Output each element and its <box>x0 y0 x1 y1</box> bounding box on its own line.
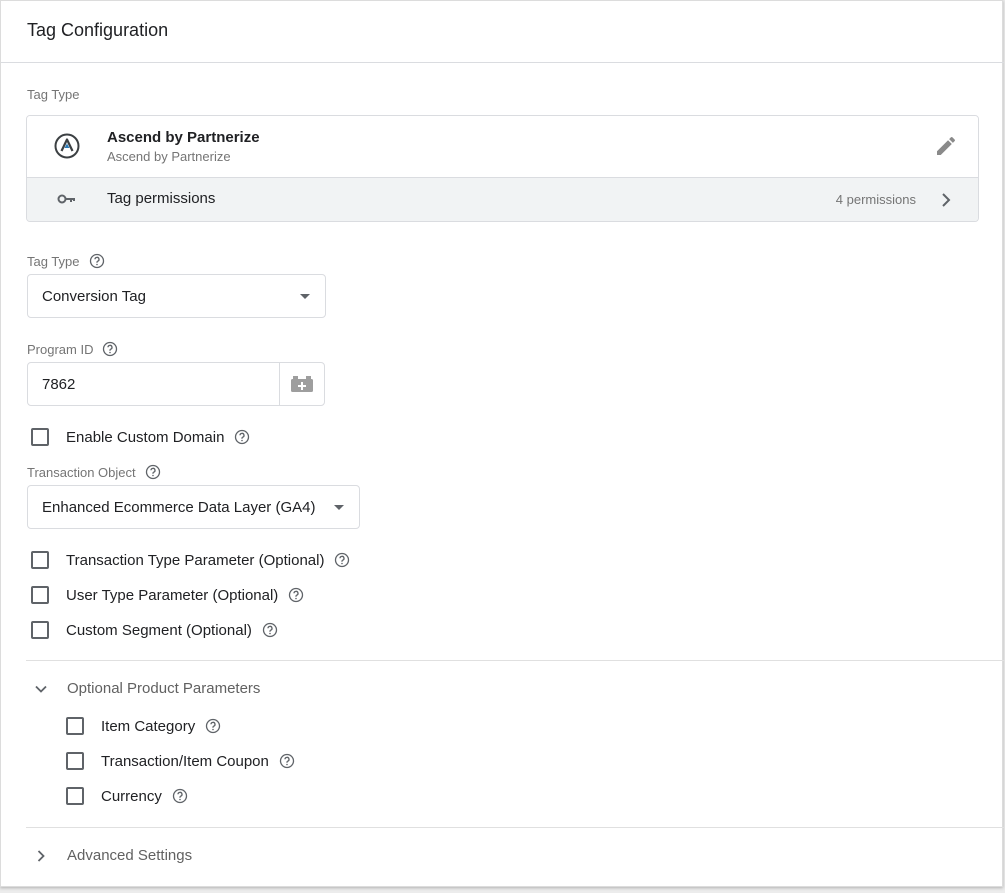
enable-custom-domain-checkbox[interactable] <box>31 428 49 446</box>
item-category-label: Item Category <box>101 717 196 735</box>
dropdown-arrow-icon <box>334 505 344 510</box>
currency-label: Currency <box>101 787 162 805</box>
optional-product-parameters-title: Optional Product Parameters <box>67 680 261 697</box>
dropdown-arrow-icon <box>300 294 310 299</box>
transaction-item-coupon-label: Transaction/Item Coupon <box>101 752 269 770</box>
program-id-field-label: Program ID <box>27 341 118 357</box>
optional-product-parameters-toggle[interactable]: Optional Product Parameters <box>33 680 260 697</box>
chevron-right-icon <box>938 190 954 210</box>
help-icon[interactable] <box>172 788 188 804</box>
enable-custom-domain-label: Enable Custom Domain <box>66 428 225 446</box>
tag-permissions-label: Tag permissions <box>107 190 216 207</box>
insert-variable-button[interactable] <box>279 363 324 405</box>
tag-template-subtitle: Ascend by Partnerize <box>107 149 231 164</box>
advanced-settings-title: Advanced Settings <box>67 847 193 864</box>
help-icon[interactable] <box>262 622 278 638</box>
custom-segment-row: Custom Segment (Optional) <box>31 621 278 639</box>
tag-type-label-text: Tag Type <box>27 253 80 269</box>
transaction-object-select[interactable]: Enhanced Ecommerce Data Layer (GA4) <box>27 485 360 529</box>
item-category-checkbox[interactable] <box>66 717 84 735</box>
partnerize-logo-icon <box>53 132 81 160</box>
user-type-param-label: User Type Parameter (Optional) <box>66 586 279 604</box>
currency-row: Currency <box>66 787 188 805</box>
tag-type-select-value: Conversion Tag <box>42 288 146 305</box>
tag-type-select[interactable]: Conversion Tag <box>27 274 326 318</box>
pencil-icon[interactable] <box>934 134 958 158</box>
tag-permissions-count: 4 permissions <box>835 192 916 207</box>
help-icon[interactable] <box>234 429 250 445</box>
tag-type-panel: Ascend by Partnerize Ascend by Partneriz… <box>26 115 979 222</box>
transaction-object-field-label: Transaction Object <box>27 464 161 480</box>
help-icon[interactable] <box>89 253 105 269</box>
help-icon[interactable] <box>205 718 221 734</box>
header-divider <box>1 62 1004 63</box>
program-id-input-group <box>27 362 325 406</box>
transaction-item-coupon-checkbox[interactable] <box>66 752 84 770</box>
help-icon[interactable] <box>102 341 118 357</box>
custom-segment-label: Custom Segment (Optional) <box>66 621 252 639</box>
help-icon[interactable] <box>145 464 161 480</box>
chevron-right-icon <box>37 849 45 862</box>
program-id-label-text: Program ID <box>27 341 94 357</box>
help-icon[interactable] <box>288 587 304 603</box>
enable-custom-domain-row: Enable Custom Domain <box>31 428 250 446</box>
user-type-param-checkbox[interactable] <box>31 586 49 604</box>
advanced-settings-toggle[interactable]: Advanced Settings <box>33 847 192 864</box>
card-title: Tag Configuration <box>27 20 169 40</box>
custom-segment-checkbox[interactable] <box>31 621 49 639</box>
user-type-param-row: User Type Parameter (Optional) <box>31 586 304 604</box>
transaction-object-select-value: Enhanced Ecommerce Data Layer (GA4) <box>42 499 316 516</box>
transaction-type-param-label: Transaction Type Parameter (Optional) <box>66 551 325 569</box>
section-divider <box>26 827 1004 828</box>
variable-brick-icon <box>291 376 313 392</box>
transaction-item-coupon-row: Transaction/Item Coupon <box>66 752 295 770</box>
tag-template-name: Ascend by Partnerize <box>107 129 260 146</box>
tag-configuration-card: Tag Configuration Tag Type Ascend by Par… <box>0 0 1004 887</box>
item-category-row: Item Category <box>66 717 221 735</box>
tag-type-section-label: Tag Type <box>27 87 80 102</box>
transaction-type-param-row: Transaction Type Parameter (Optional) <box>31 551 350 569</box>
help-icon[interactable] <box>279 753 295 769</box>
tag-permissions-row[interactable]: Tag permissions 4 permissions <box>27 177 978 221</box>
help-icon[interactable] <box>334 552 350 568</box>
program-id-input[interactable] <box>28 363 280 405</box>
tag-type-field-label: Tag Type <box>27 253 105 269</box>
section-divider <box>26 660 1004 661</box>
tag-template-row[interactable]: Ascend by Partnerize Ascend by Partneriz… <box>27 116 978 177</box>
transaction-type-param-checkbox[interactable] <box>31 551 49 569</box>
transaction-object-label-text: Transaction Object <box>27 464 136 480</box>
currency-checkbox[interactable] <box>66 787 84 805</box>
chevron-down-icon <box>35 685 47 693</box>
key-icon <box>57 192 77 206</box>
